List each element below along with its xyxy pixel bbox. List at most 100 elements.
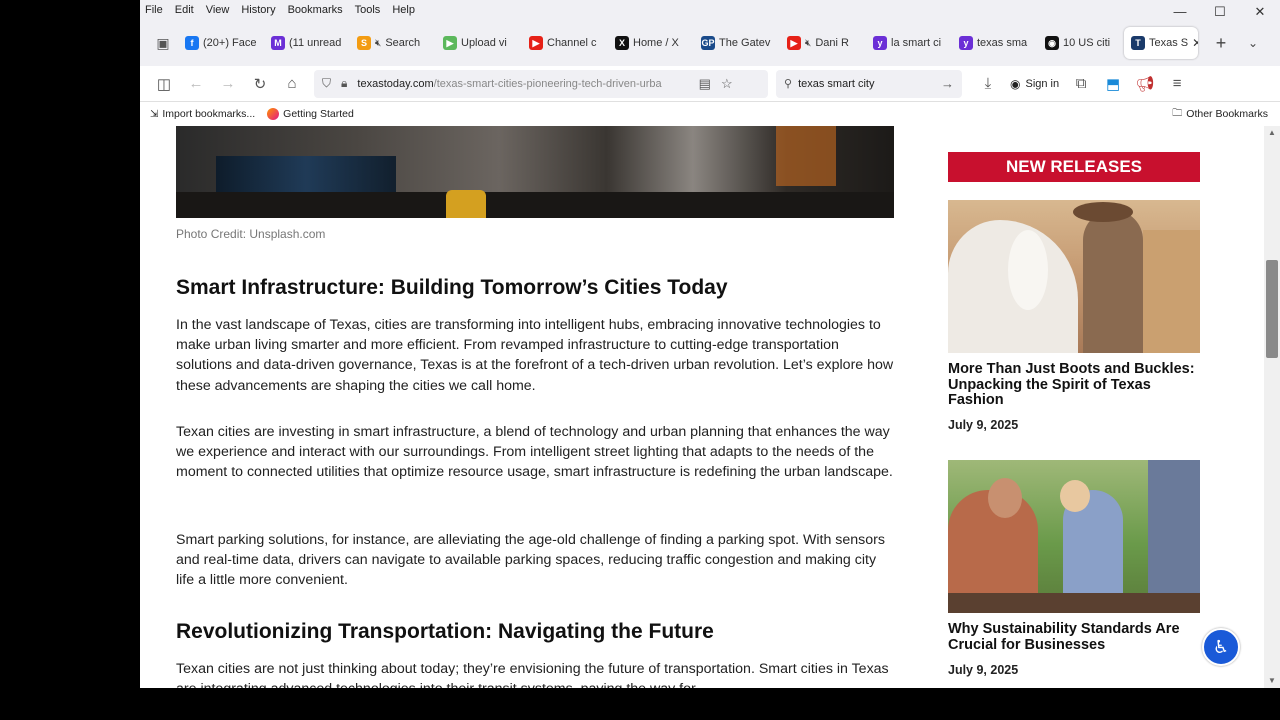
menu-file[interactable]: File	[145, 4, 163, 16]
sign-in-label: Sign in	[1025, 77, 1060, 90]
article-paragraph-3: Smart parking solutions, for instance, a…	[176, 532, 885, 589]
bookmarks-bar: ⇲ Import bookmarks... Getting Started 🗀 …	[140, 102, 1280, 126]
wall-shape	[1143, 230, 1200, 353]
reload-button[interactable]: ↻	[244, 75, 276, 93]
browser-tab[interactable]: y la smart ci	[866, 27, 952, 59]
tab-muted-icon[interactable]: 🔇︎	[375, 38, 381, 49]
tab-label: Upload vi	[461, 37, 507, 49]
menu-tools[interactable]: Tools	[355, 4, 381, 16]
maximize-button[interactable]: ☐	[1200, 0, 1240, 24]
tab-active[interactable]: T Texas S ✕	[1124, 27, 1198, 59]
menu-help[interactable]: Help	[392, 4, 415, 16]
tab-muted-icon[interactable]: 🔇︎	[805, 38, 811, 49]
extensions-icon[interactable]: ⧉	[1065, 75, 1097, 92]
browser-tab[interactable]: GP The Gatev	[694, 27, 780, 59]
shield-icon[interactable]: ⛉	[322, 76, 331, 91]
mane-shape	[1008, 230, 1048, 310]
search-go-arrow-icon[interactable]: →	[941, 76, 954, 91]
tab-label: (11 unread	[289, 37, 342, 49]
tab-favicon-icon: S	[357, 36, 371, 50]
import-bookmarks-label: Import bookmarks...	[162, 108, 256, 120]
tab-favicon-icon: y	[959, 36, 973, 50]
tab-label: (20+) Face	[203, 37, 257, 49]
getting-started-label: Getting Started	[283, 108, 354, 120]
menu-view[interactable]: View	[206, 4, 230, 16]
search-input[interactable]: texas smart city	[798, 78, 874, 90]
article-title-link[interactable]: More Than Just Boots and Buckles: Unpack…	[948, 361, 1200, 409]
browser-tab[interactable]: y texas sma	[952, 27, 1038, 59]
import-bookmarks-item[interactable]: ⇲ Import bookmarks...	[150, 108, 255, 120]
browser-window: File Edit View History Bookmarks Tools H…	[140, 0, 1280, 688]
other-bookmarks-item[interactable]: 🗀 Other Bookmarks	[1172, 106, 1268, 123]
browser-tab[interactable]: X Home / X	[608, 27, 694, 59]
tab-favicon-icon: f	[185, 36, 199, 50]
billboard-shape	[216, 156, 396, 192]
window-controls: — ☐ ✕	[1160, 0, 1280, 24]
soil-shape	[948, 593, 1200, 613]
menu-bar: File Edit View History Bookmarks Tools H…	[140, 0, 1280, 20]
extension-badge-icon[interactable]: ⬒	[1097, 75, 1129, 93]
reader-view-icon[interactable]: ▤	[699, 76, 711, 92]
browser-tab[interactable]: ▶ Upload vi	[436, 27, 522, 59]
close-window-button[interactable]: ✕	[1240, 0, 1280, 24]
tab-label: Home / X	[633, 37, 679, 49]
url-bar[interactable]: ⛉ 🔒︎ texastoday.com/texas-smart-cities-p…	[314, 69, 768, 98]
article-title-link[interactable]: Why Sustainability Standards Are Crucial…	[948, 621, 1200, 653]
tab-favicon-icon: ▶	[529, 36, 543, 50]
toolbar-right: ⤓ ◉ Sign in ⧉ ⬒ 📢︎ ≡	[972, 71, 1193, 97]
browser-tab[interactable]: ▶ Channel c	[522, 27, 608, 59]
lock-icon[interactable]: 🔒︎	[341, 76, 347, 91]
article-date: July 9, 2025	[948, 418, 1019, 432]
browser-tab[interactable]: ▶ 🔇︎ Dani R	[780, 27, 866, 59]
menu-history[interactable]: History	[241, 4, 275, 16]
minimize-button[interactable]: —	[1160, 0, 1200, 24]
getting-started-item[interactable]: Getting Started	[267, 108, 354, 120]
app-menu-icon[interactable]: ≡	[1161, 75, 1193, 92]
article-thumbnail[interactable]	[948, 200, 1200, 353]
forward-button[interactable]: →	[212, 75, 244, 92]
download-icon[interactable]: ⤓	[972, 75, 1004, 92]
list-all-tabs-icon[interactable]: ⌄	[1238, 36, 1268, 50]
tab-favicon-icon: y	[873, 36, 887, 50]
megaphone-icon[interactable]: 📢︎	[1129, 75, 1161, 93]
menu-bookmarks[interactable]: Bookmarks	[288, 4, 343, 16]
tab-bar: ▣ f (20+) Face M (11 unread S 🔇︎ Search ▶ Upload…	[140, 20, 1280, 66]
browser-tab[interactable]: M (11 unread	[264, 27, 350, 59]
url-path: /texas-smart-cities-pioneering-tech-driv…	[433, 77, 662, 90]
firefox-icon	[267, 108, 280, 120]
scroll-up-arrow-icon[interactable]: ▲	[1264, 126, 1280, 140]
browser-tab[interactable]: ◉ 10 US citi	[1038, 27, 1124, 59]
other-bookmarks-label: Other Bookmarks	[1186, 108, 1268, 120]
sidebar-toggle-icon[interactable]: ◫	[148, 75, 180, 93]
scroll-down-arrow-icon[interactable]: ▼	[1264, 674, 1280, 688]
article-paragraph-1: In the vast landscape of Texas, cities a…	[176, 317, 894, 394]
home-button[interactable]: ⌂	[276, 75, 308, 92]
tab-favicon-icon: M	[271, 36, 285, 50]
bookmark-star-icon[interactable]: ☆	[721, 76, 733, 92]
tab-strip: f (20+) Face M (11 unread S 🔇︎ Search ▶ Upload v…	[178, 27, 1198, 59]
tab-label: Search	[385, 37, 421, 49]
search-icon: ⚲	[784, 78, 793, 90]
tab-close-icon[interactable]: ✕	[1192, 36, 1198, 50]
url-domain: texastoday.com	[357, 77, 434, 90]
tab-list-icon[interactable]: ▣	[148, 35, 178, 52]
article-paragraph-4: Texan cities are not just thinking about…	[176, 661, 889, 688]
article-thumbnail[interactable]	[948, 460, 1200, 613]
tab-label: Dani R	[815, 37, 849, 49]
new-tab-button[interactable]: +	[1206, 33, 1236, 54]
tab-favicon-icon: ▶	[787, 36, 801, 50]
sign-in-button[interactable]: ◉ Sign in	[1004, 71, 1065, 97]
page-scrollbar[interactable]: ▲ ▼	[1264, 126, 1280, 688]
back-button[interactable]: ←	[180, 75, 212, 92]
browser-tab[interactable]: f (20+) Face	[178, 27, 264, 59]
section-heading-infrastructure: Smart Infrastructure: Building Tomorrow’…	[176, 276, 728, 299]
browser-tab[interactable]: S 🔇︎ Search	[350, 27, 436, 59]
photo-credit: Photo Credit: Unsplash.com	[176, 227, 326, 241]
accessibility-button[interactable]: ♿︎	[1202, 628, 1240, 666]
article-paragraph-2: Texan cities are investing in smart infr…	[176, 424, 893, 481]
menu-edit[interactable]: Edit	[175, 4, 194, 16]
tab-label: Texas S	[1149, 37, 1189, 49]
search-bar[interactable]: ⚲ texas smart city →	[776, 69, 962, 98]
scroll-thumb[interactable]	[1266, 260, 1278, 358]
article-date: July 9, 2025	[948, 663, 1019, 677]
